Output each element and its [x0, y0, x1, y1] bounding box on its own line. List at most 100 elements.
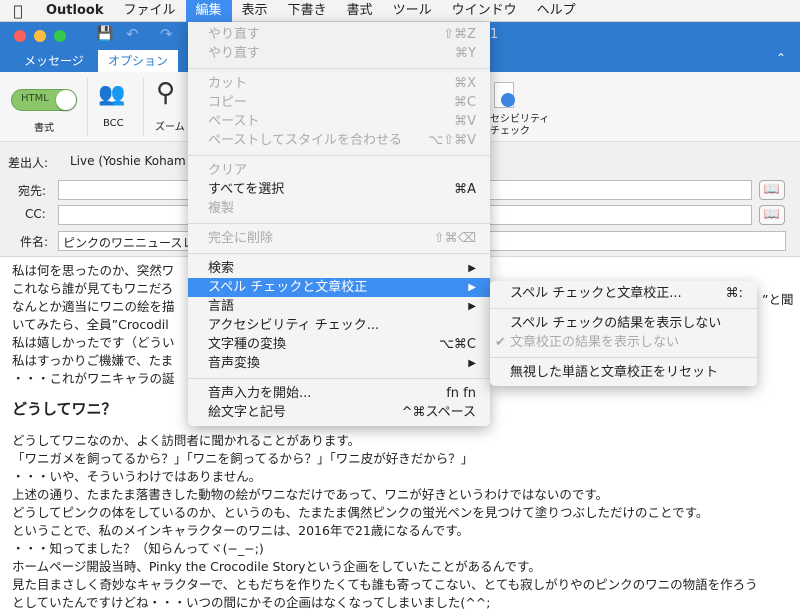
- menu-item: やり直す ⇧⌘Z: [188, 25, 490, 44]
- body-line: 上述の通り、たまたま落書きした動物の絵がワニなだけであって、ワニが好きというわけ…: [12, 487, 609, 502]
- menu-tools[interactable]: ツール: [383, 0, 442, 22]
- body-line: どうしてピンクの体をしているのか、というのも、たまたま偶然ピンクの蛍光ペンを見つ…: [12, 505, 709, 520]
- menu-bar:  Outlook ファイル 編集 表示 下書き 書式 ツール ウインドウ ヘル…: [0, 0, 800, 22]
- menu-separator: [188, 68, 490, 69]
- menu-item-shortcut: ⇧⌘Z: [443, 27, 476, 42]
- menu-separator: [188, 223, 490, 224]
- undo-icon[interactable]: ↶: [126, 25, 139, 43]
- menu-item-shortcut: ⌘:: [725, 286, 743, 301]
- menu-window[interactable]: ウインドウ: [442, 0, 527, 22]
- accessibility-check-label[interactable]: セシビリティ チェック: [490, 114, 549, 138]
- menu-separator: [490, 308, 757, 309]
- menu-item-label: 音声入力を開始...: [208, 386, 312, 401]
- body-line: ホームページ開設当時、Pinky the Crocodile Storyという企…: [12, 559, 541, 574]
- menu-item[interactable]: 文字種の変換 ⌥⌘C: [188, 335, 490, 354]
- redo-icon[interactable]: ↷: [160, 25, 173, 43]
- spelling-submenu: スペル チェックと文章校正... ⌘: スペル チェックの結果を表示しない ✔ 文章校正…: [490, 281, 757, 386]
- menu-item-shortcut: ^⌘スペース: [401, 405, 476, 420]
- menu-item-label: やり直す: [208, 27, 261, 42]
- subject-label: 件名:: [20, 235, 49, 249]
- menu-item: やり直す ⌘Y: [188, 44, 490, 63]
- menu-item-shortcut: ⌥⇧⌘V: [428, 133, 476, 148]
- format-label: 書式: [34, 123, 54, 134]
- address-book-icon-to[interactable]: 📖: [759, 180, 785, 200]
- menu-item-label: アクセシビリティ チェック...: [208, 318, 380, 333]
- html-toggle-label: HTML: [21, 93, 49, 104]
- submenu-arrow-icon: ▶: [468, 301, 476, 312]
- menu-item: ✔ 文章校正の結果を表示しない: [490, 333, 757, 352]
- menu-item[interactable]: 無視した単語と文章校正をリセット: [490, 363, 757, 382]
- tab-options[interactable]: オプション: [98, 50, 179, 72]
- menu-item[interactable]: 検索 ▶: [188, 259, 490, 278]
- menu-separator: [490, 357, 757, 358]
- from-label: 差出人:: [8, 156, 49, 170]
- menu-item-label: ペーストしてスタイルを合わせる: [208, 133, 402, 148]
- bcc-label[interactable]: BCC: [103, 118, 124, 129]
- checkmark-icon: ✔: [495, 335, 506, 350]
- menu-item[interactable]: 言語 ▶: [188, 297, 490, 316]
- zoom-label[interactable]: ズーム: [155, 118, 185, 133]
- menu-item-label: スペル チェックの結果を表示しない: [510, 316, 722, 331]
- menu-item-label: 絵文字と記号: [208, 405, 287, 420]
- close-button[interactable]: [14, 30, 26, 42]
- menu-format[interactable]: 書式: [337, 0, 383, 22]
- submenu-arrow-icon: ▶: [468, 263, 476, 274]
- menu-item-shortcut: ⇧⌘⌫: [433, 231, 476, 246]
- menu-item[interactable]: スペル チェックの結果を表示しない: [490, 314, 757, 333]
- menu-item-label: コピー: [208, 95, 248, 110]
- zoom-button[interactable]: [54, 30, 66, 42]
- cc-label: CC:: [25, 207, 46, 221]
- minimize-button[interactable]: [34, 30, 46, 42]
- accessibility-label-line1: セシビリティ: [490, 114, 550, 125]
- menu-item-label: スペル チェックと文章校正: [208, 280, 368, 295]
- menu-item-label: 検索: [208, 261, 235, 276]
- menu-help[interactable]: ヘルプ: [527, 0, 586, 22]
- body-line: 見た目まさしく奇妙なキャラクターで、ともだちを作りたくても誰も寄ってこない、とて…: [12, 577, 758, 592]
- menu-item-shortcut: ⌘V: [454, 114, 476, 129]
- menu-item[interactable]: すべてを選択 ⌘A: [188, 180, 490, 199]
- menu-item: ペーストしてスタイルを合わせる ⌥⇧⌘V: [188, 131, 490, 150]
- menu-app-outlook[interactable]: Outlook: [36, 0, 113, 22]
- menu-item: ペースト ⌘V: [188, 112, 490, 131]
- save-icon[interactable]: 💾: [96, 26, 113, 42]
- menu-item-shortcut: ⌘X: [454, 76, 476, 91]
- html-toggle[interactable]: HTML: [11, 89, 77, 111]
- menu-separator: [188, 155, 490, 156]
- menu-file[interactable]: ファイル: [113, 0, 185, 22]
- menu-item-label: クリア: [208, 163, 248, 178]
- menu-separator: [188, 253, 490, 254]
- body-line: どうしてワニなのか、よく訪問者に聞かれることがあります。: [12, 433, 361, 448]
- menu-item[interactable]: スペル チェックと文章校正 ▶: [188, 278, 490, 297]
- body-line: ということで、私のメインキャラクターのワニは、2016年で21歳になるんです。: [12, 523, 469, 538]
- body-line: ・・・いや、そういうわけではありません。: [12, 469, 262, 484]
- menu-item-shortcut: ⌘A: [454, 182, 476, 197]
- menu-item-label: やり直す: [208, 46, 261, 61]
- menu-item-label: すべてを選択: [208, 182, 285, 197]
- menu-item[interactable]: 絵文字と記号 ^⌘スペース: [188, 403, 490, 422]
- menu-draft[interactable]: 下書き: [278, 0, 337, 22]
- menu-item[interactable]: スペル チェックと文章校正... ⌘:: [490, 284, 757, 303]
- window-title: 1: [490, 27, 499, 42]
- edit-menu: やり直す ⇧⌘Z やり直す ⌘Y カット ⌘X コピー ⌘C ペースト ⌘V ペーストしてスタイルを…: [188, 22, 490, 426]
- body-line: ・・・知ってました？（知らんってヾ(−_−;): [12, 541, 264, 556]
- menu-item-label: 無視した単語と文章校正をリセット: [510, 365, 719, 380]
- menu-separator: [188, 378, 490, 379]
- body-line: 「ワニガメを飼ってるから？」「ワニを飼ってるから？」「ワニ皮が好きだから？」: [12, 451, 474, 466]
- apple-icon[interactable]: : [0, 0, 36, 22]
- bcc-icon[interactable]: 👥: [98, 82, 125, 107]
- menu-item[interactable]: アクセシビリティ チェック...: [188, 316, 490, 335]
- menu-item-label: カット: [208, 76, 248, 91]
- menu-edit[interactable]: 編集: [185, 0, 232, 22]
- from-value[interactable]: Live (Yoshie Koham: [70, 154, 186, 168]
- menu-item[interactable]: 音声入力を開始... fn fn: [188, 384, 490, 403]
- tab-message[interactable]: メッセージ: [14, 50, 94, 72]
- menu-item[interactable]: 音声変換 ▶: [188, 354, 490, 373]
- zoom-icon[interactable]: ⚲: [156, 78, 175, 108]
- accessibility-label-line2: チェック: [490, 126, 530, 137]
- body-line: としていたんですけどね・・・いつの間にかその企画はなくなってしまいました(^^;: [12, 595, 491, 610]
- menu-view[interactable]: 表示: [232, 0, 278, 22]
- accessibility-check-icon[interactable]: [494, 82, 515, 108]
- collapse-ribbon-icon[interactable]: ⌃: [776, 51, 786, 65]
- submenu-arrow-icon: ▶: [468, 282, 476, 293]
- address-book-icon-cc[interactable]: 📖: [759, 205, 785, 225]
